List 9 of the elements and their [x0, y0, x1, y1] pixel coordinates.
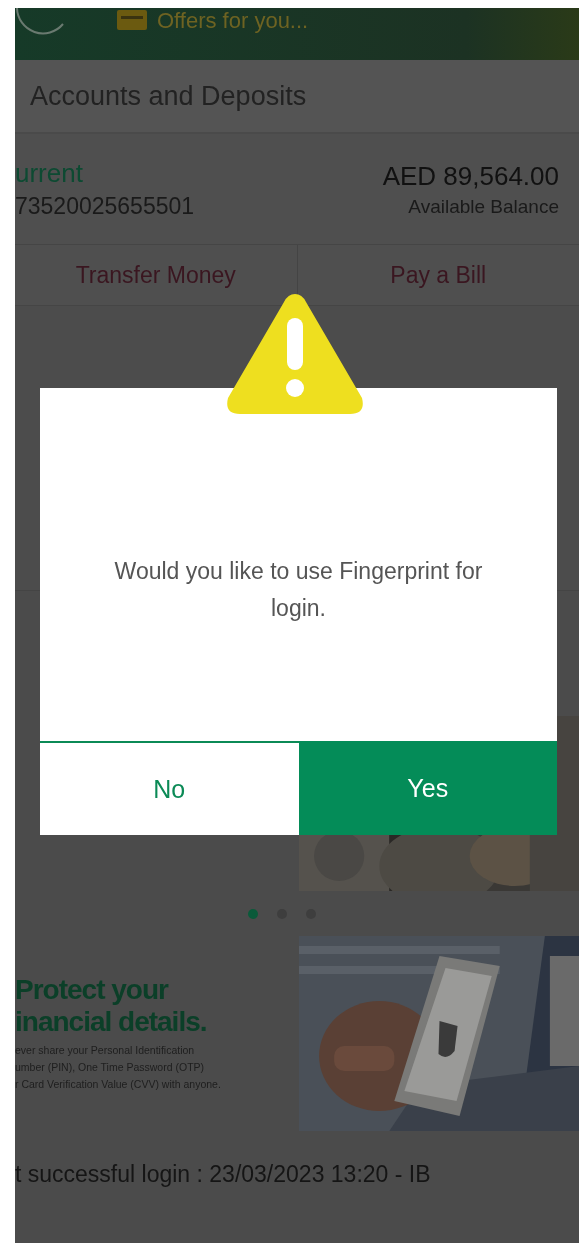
offers-link[interactable]: Offers for you... [157, 8, 309, 34]
dialog-button[interactable]: Yes [298, 741, 557, 835]
account-type: urrent [15, 158, 84, 189]
dialog-message: Would you like to use Fingerprint for login. [113, 557, 484, 623]
banner-title: inancial details. [15, 1006, 208, 1038]
balance-amount: AED 89,564.00 [382, 160, 559, 192]
card-icon [117, 10, 147, 30]
carousel-dot[interactable] [248, 908, 258, 919]
banner-title: Protect your [15, 974, 170, 1006]
